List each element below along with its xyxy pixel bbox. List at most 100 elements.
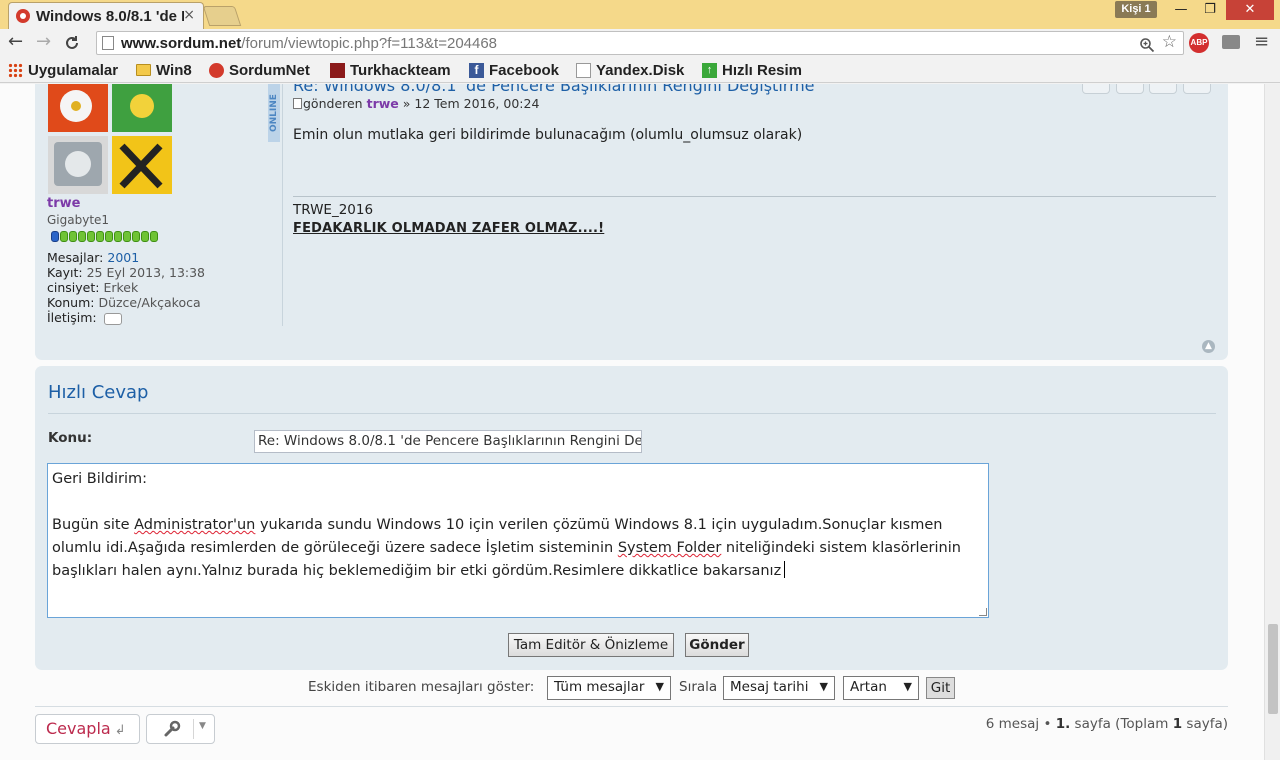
- post-action-buttons: [1082, 84, 1212, 94]
- close-window-icon[interactable]: ✕: [1226, 0, 1274, 20]
- post-count-link[interactable]: 2001: [107, 250, 139, 265]
- sordum-icon: [209, 62, 224, 78]
- footer-divider: [35, 706, 1228, 707]
- scrollbar-thumb[interactable]: [1268, 624, 1278, 714]
- sort-order-select[interactable]: Artan ▼: [843, 676, 919, 700]
- facebook-icon: f: [469, 62, 484, 78]
- rank-pip: [87, 231, 95, 242]
- rank-pip: [132, 231, 140, 242]
- bookmarks-bar: Uygulamalar Win8 SordumNet Turkhackteam …: [0, 57, 1280, 83]
- rank-pip: [96, 231, 104, 242]
- forward-arrow-icon[interactable]: →: [36, 31, 51, 53]
- topic-tools-button[interactable]: ▼: [146, 714, 215, 744]
- bookmark-win8[interactable]: Win8: [136, 60, 192, 80]
- profile-badge[interactable]: Kişi 1: [1115, 1, 1157, 18]
- bookmark-sordumnet[interactable]: SordumNet: [209, 60, 310, 80]
- rank-pip: [69, 231, 77, 242]
- bookmark-hizli-resim[interactable]: ↑ Hızlı Resim: [702, 60, 802, 80]
- avatar[interactable]: [48, 84, 172, 194]
- author-divider: [282, 84, 283, 326]
- avatar-image: [48, 84, 172, 194]
- rank-pip: [60, 231, 68, 242]
- turkhackteam-icon: [330, 62, 345, 78]
- message-line: [52, 491, 984, 514]
- reload-icon[interactable]: [64, 31, 80, 57]
- profile-field-location: Konum: Düzce/Akçakoca: [47, 295, 201, 310]
- url-text[interactable]: www.sordum.net/forum/viewtopic.php?f=113…: [121, 35, 497, 52]
- chevron-down-icon: ▼: [655, 680, 664, 693]
- rank-pip: [114, 231, 122, 242]
- back-to-top-icon[interactable]: ▲: [1202, 340, 1215, 353]
- address-bar[interactable]: www.sordum.net/forum/viewtopic.php?f=113…: [96, 31, 1184, 55]
- minimize-icon[interactable]: —: [1167, 0, 1195, 20]
- message-line-last: başlıkları halen aynı.Yalnız burada hiç …: [52, 560, 984, 583]
- pagination-summary: 6 mesaj • 1. sayfa (Toplam 1 sayfa): [985, 716, 1228, 732]
- show-posts-label: Eskiden itibaren mesajları göster:: [308, 679, 535, 695]
- reply-button[interactable]: Cevapla ↲: [35, 714, 140, 744]
- signature-divider: [293, 196, 1216, 197]
- restore-icon[interactable]: ❐: [1196, 0, 1224, 20]
- sort-label: Sırala: [679, 679, 718, 695]
- author-name-link[interactable]: trwe: [47, 196, 80, 211]
- zoom-icon[interactable]: [1139, 33, 1155, 57]
- yandex-disk-icon: [576, 62, 591, 78]
- signature-name: TRWE_2016: [293, 202, 374, 218]
- delete-post-icon[interactable]: [1116, 84, 1144, 94]
- contact-bubble-icon[interactable]: [103, 312, 122, 325]
- post-title[interactable]: Re: Windows 8.0/8.1 'de Pencere Başlıkla…: [293, 84, 815, 95]
- subject-input[interactable]: Re: Windows 8.0/8.1 'de Pencere Başlıkla…: [254, 430, 642, 453]
- new-tab-button[interactable]: [202, 6, 242, 26]
- profile-field-gender: cinsiyet: Erkek: [47, 280, 139, 295]
- tab-strip: Windows 8.0/8.1 'de Pencere Başlıklarını…: [0, 0, 1280, 29]
- rank-pip: [51, 231, 59, 242]
- tab-close-icon[interactable]: ×: [183, 7, 195, 23]
- rank-pip: [105, 231, 113, 242]
- post-panel: [35, 84, 1228, 360]
- go-button[interactable]: Git: [926, 677, 955, 699]
- show-posts-select[interactable]: Tüm mesajlar ▼: [547, 676, 671, 700]
- post-meta: gönderen trwe » 12 Tem 2016, 00:24: [293, 96, 539, 111]
- rank-pip: [123, 231, 131, 242]
- reply-arrow-icon: ↲: [114, 723, 126, 738]
- message-textarea[interactable]: Geri Bildirim: Bugün site Administrator'…: [47, 463, 989, 618]
- edit-post-icon[interactable]: [1082, 84, 1110, 94]
- rank-pip: [78, 231, 86, 242]
- browser-window: Windows 8.0/8.1 'de Pencere Başlıklarını…: [0, 0, 1280, 760]
- resize-grip-icon[interactable]: [979, 608, 987, 616]
- author-rank: Gigabyte1: [47, 213, 110, 227]
- full-editor-preview-button[interactable]: Tam Editör & Önizleme: [508, 633, 674, 657]
- page-content: ONLINE trwe Gigabyte1 Mesajlar: 2001 Kay…: [0, 84, 1264, 760]
- adblock-icon[interactable]: ABP: [1189, 33, 1209, 53]
- wrench-icon: [163, 720, 181, 742]
- submit-button[interactable]: Gönder: [685, 633, 749, 657]
- sort-key-select[interactable]: Mesaj tarihi ▼: [723, 676, 835, 700]
- browser-toolbar: ← → www.sordum.net/forum/viewtopic.php?f…: [0, 29, 1280, 57]
- vertical-scrollbar[interactable]: [1264, 84, 1280, 760]
- bookmark-yandex-disk[interactable]: Yandex.Disk: [576, 60, 684, 80]
- quote-post-icon[interactable]: [1183, 84, 1211, 94]
- upload-icon: ↑: [702, 62, 717, 78]
- post-author-link[interactable]: trwe: [367, 96, 399, 111]
- tab-title: Windows 8.0/8.1 'de Pencere Başlıklarını…: [36, 7, 184, 25]
- report-post-icon[interactable]: [1149, 84, 1177, 94]
- bookmark-star-icon[interactable]: ☆: [1162, 32, 1177, 52]
- text-caret: [784, 561, 786, 578]
- message-line: Geri Bildirim:: [52, 471, 147, 487]
- bookmark-facebook[interactable]: f Facebook: [469, 60, 559, 80]
- active-tab[interactable]: Windows 8.0/8.1 'de Pencere Başlıklarını…: [8, 2, 204, 29]
- back-arrow-icon[interactable]: ←: [8, 31, 23, 53]
- bookmark-turkhackteam[interactable]: Turkhackteam: [330, 60, 451, 80]
- chevron-down-icon[interactable]: ▼: [199, 721, 206, 731]
- menu-icon[interactable]: ≡: [1254, 31, 1269, 53]
- profile-field-joined: Kayıt: 25 Eyl 2013, 13:38: [47, 265, 206, 280]
- camera-icon[interactable]: [1222, 35, 1240, 49]
- profile-field-contact: İletişim:: [47, 310, 122, 325]
- chevron-down-icon: ▼: [903, 680, 912, 693]
- quick-reply-heading: Hızlı Cevap: [48, 382, 149, 403]
- subject-label: Konu:: [48, 430, 93, 446]
- bookmark-apps[interactable]: Uygulamalar: [8, 60, 118, 80]
- apps-grid-icon: [8, 62, 23, 78]
- quick-reply-divider: [48, 413, 1216, 414]
- post-document-icon: [293, 98, 302, 109]
- message-line: olumlu idi.Aşağıda resimlerden de görüle…: [52, 540, 961, 556]
